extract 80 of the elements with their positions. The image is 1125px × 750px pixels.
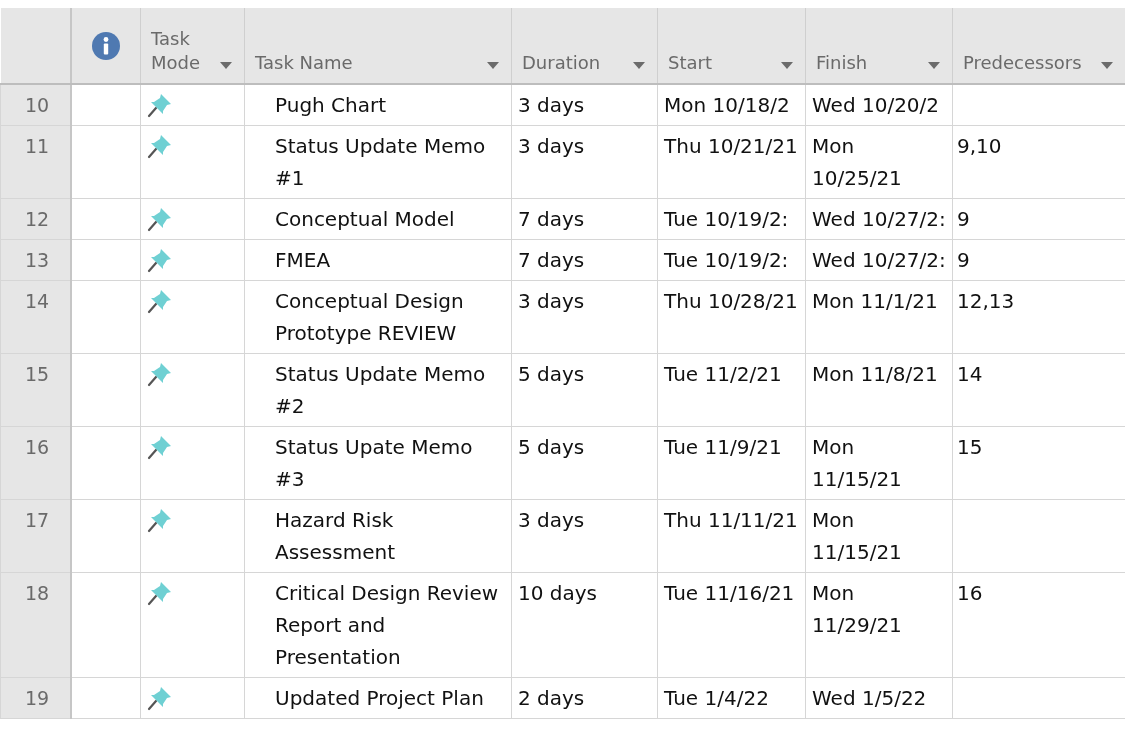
table-cell-text: Pugh Chart (275, 92, 387, 119)
column-header[interactable]: Duration (511, 8, 658, 84)
dropdown-arrow-icon[interactable] (487, 62, 499, 69)
table-cell-text: Tue 10/19/2: (664, 206, 789, 233)
pushpin-icon (147, 247, 173, 273)
table-cell-text: 3 days (518, 507, 585, 534)
row-number[interactable]: 13 (0, 239, 71, 281)
table-cell-text: Thu 10/28/21 (664, 288, 798, 315)
table-cell-text: Conceptual Model (275, 206, 455, 233)
row-number[interactable]: 15 (0, 353, 71, 427)
pushpin-icon (147, 288, 173, 314)
row-number[interactable]: 12 (0, 198, 71, 240)
table-cell-text: 3 days (518, 133, 585, 160)
table-cell-text: 2 days (518, 685, 585, 712)
table-cell-text: Thu 10/21/21 (664, 133, 798, 160)
column-header[interactable]: Predecessors (952, 8, 1125, 84)
table-cell-text: 10 days (518, 580, 597, 607)
pushpin-icon (147, 361, 173, 387)
table-cell-text: Mon 10/18/2 (664, 92, 790, 119)
dropdown-arrow-icon[interactable] (633, 62, 645, 69)
table-cell-text: Mon 11/29/21 (812, 580, 903, 639)
table-cell-text: 5 days (518, 434, 585, 461)
row-number[interactable]: 14 (0, 280, 71, 354)
table-cell-text: Conceptual Design Prototype REVIEW (275, 288, 465, 347)
pushpin-icon (147, 133, 173, 159)
column-header[interactable]: Task Name (244, 8, 512, 84)
table-cell-text: 16 (957, 580, 983, 607)
pushpin-icon (147, 206, 173, 232)
pushpin-icon (147, 92, 173, 118)
dropdown-arrow-icon[interactable] (1101, 62, 1113, 69)
table-cell-text: 9,10 (957, 133, 1002, 160)
table-cell-text: 15 (957, 434, 983, 461)
info-icon (90, 30, 121, 61)
table-cell-text: Status Update Memo #1 (275, 133, 487, 192)
table-cell-text: 3 days (518, 92, 585, 119)
dropdown-arrow-icon[interactable] (781, 62, 793, 69)
row-number[interactable]: 17 (0, 499, 71, 573)
column-header[interactable]: Finish (805, 8, 953, 84)
table-cell-text: 5 days (518, 361, 585, 388)
row-number[interactable]: 16 (0, 426, 71, 500)
table-cell-text: Wed 1/5/22 (812, 685, 927, 712)
table-cell-text: Updated Project Plan (275, 685, 484, 712)
row-number[interactable]: 10 (0, 84, 71, 126)
table-cell-text: 3 days (518, 288, 585, 315)
dropdown-arrow-icon[interactable] (220, 62, 232, 69)
table-cell-text: Tue 11/16/21 (664, 580, 795, 607)
table-cell-text: Thu 11/11/21 (664, 507, 798, 534)
pushpin-icon (147, 434, 173, 460)
row-number[interactable]: 19 (0, 677, 71, 719)
row-number[interactable]: 11 (0, 125, 71, 199)
table-cell-text: 12,13 (957, 288, 1015, 315)
table-cell-text: 9 (957, 206, 970, 233)
table-cell-text: Tue 11/9/21 (664, 434, 782, 461)
table-cell-text: 9 (957, 247, 970, 274)
table-cell-text: Mon 11/1/21 (812, 288, 938, 315)
table-cell-text: Wed 10/27/2: (812, 247, 946, 274)
table-cell-text: Tue 1/4/22 (664, 685, 769, 712)
table-cell-text: Wed 10/27/2: (812, 206, 946, 233)
table-cell-text: Mon 11/15/21 (812, 434, 903, 493)
pushpin-icon (147, 507, 173, 533)
table-cell-text: Wed 10/20/2 (812, 92, 940, 119)
column-header[interactable]: Task Mode (140, 8, 245, 84)
table-cell-text: 14 (957, 361, 983, 388)
column-header[interactable]: Start (657, 8, 806, 84)
table-cell-text: Status Update Memo #2 (275, 361, 487, 420)
table-cell-text: Tue 11/2/21 (664, 361, 782, 388)
table-cell-text: Mon 10/25/21 (812, 133, 903, 192)
table-cell-text: FMEA (275, 247, 331, 274)
table-cell-text: 7 days (518, 206, 585, 233)
table-cell-text: Mon 11/15/21 (812, 507, 903, 566)
row-number[interactable]: 18 (0, 572, 71, 678)
table-cell-text: Mon 11/8/21 (812, 361, 938, 388)
table-cell-text: 7 days (518, 247, 585, 274)
table-cell-text: Critical Design Review Report and Presentation (275, 580, 500, 671)
table-cell-text: Tue 10/19/2: (664, 247, 789, 274)
pushpin-icon (147, 580, 173, 606)
table-cell-text: Status Upate Memo #3 (275, 434, 474, 493)
pushpin-icon (147, 685, 173, 711)
table-cell-text: Hazard Risk Assessment (275, 507, 396, 566)
dropdown-arrow-icon[interactable] (928, 62, 940, 69)
